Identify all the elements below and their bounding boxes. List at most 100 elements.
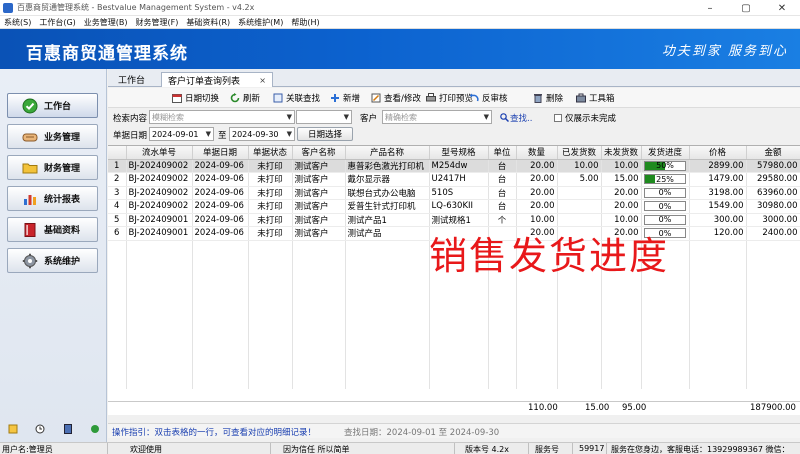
sidebar-item-label: 统计报表 — [44, 195, 81, 205]
cell-status: 未打印 — [248, 186, 293, 200]
add-button[interactable]: 新增 — [330, 91, 360, 105]
close-tab-icon[interactable]: × — [259, 76, 266, 85]
cell-model: 510S — [429, 186, 489, 200]
sidebar-item-basic-data[interactable]: 基础资料 — [7, 217, 98, 242]
reverse-audit-button[interactable]: 反审核 — [469, 91, 508, 105]
note-icon[interactable] — [8, 424, 18, 434]
chevron-down-icon[interactable]: ▼ — [287, 130, 292, 138]
sidebar-item-business[interactable]: 业务管理 — [7, 124, 98, 149]
empty-cell — [345, 307, 430, 321]
col-header-date[interactable]: 单据日期 — [192, 146, 249, 160]
chevron-down-icon[interactable]: ▼ — [287, 113, 292, 121]
view-edit-button[interactable]: 查看/修改 — [371, 91, 421, 105]
sidebar-item-label: 业务管理 — [44, 133, 81, 143]
menu-basic-data[interactable]: 基础资料(R) — [186, 17, 230, 28]
query-date-range: 查找日期：2024-09-01 至 2024-09-30 — [344, 428, 500, 438]
checkbox-box[interactable] — [554, 114, 562, 122]
empty-cell — [345, 321, 430, 335]
related-search-button[interactable]: 关联查找 — [273, 91, 320, 105]
menu-maintenance[interactable]: 系统维护(M) — [238, 17, 283, 28]
cell-serial: BJ-202409002 — [126, 159, 193, 173]
close-icon[interactable]: ✕ — [764, 0, 800, 16]
cell-status: 未打印 — [248, 213, 293, 227]
cell-unshipped: 15.00 — [601, 172, 642, 187]
row-index: 5 — [108, 213, 127, 227]
col-header-customer[interactable]: 客户名称 — [292, 146, 346, 160]
toolbox-button[interactable]: 工具箱 — [576, 91, 615, 105]
col-header-unshipped[interactable]: 未发货数 — [601, 146, 642, 160]
date-switch-button[interactable]: 日期切换 — [172, 91, 219, 105]
print-preview-button[interactable]: 打印预览 — [426, 91, 473, 105]
empty-cell — [746, 361, 800, 375]
col-header-model[interactable]: 型号规格 — [429, 146, 489, 160]
table-row[interactable]: 2 BJ-202409002 2024-09-06 未打印 测试客户 戴尔显示器 U2417… — [108, 172, 800, 187]
cell-shipped: 10.00 — [557, 159, 602, 173]
book-icon — [22, 222, 38, 238]
date-select-button[interactable]: 日期选择 — [297, 127, 353, 141]
search-link[interactable]: 查找.. — [500, 112, 532, 124]
empty-cell — [601, 280, 642, 294]
empty-cell — [516, 280, 558, 294]
cell-progress: 25% — [641, 172, 690, 187]
empty-cell — [746, 307, 800, 321]
tab-customer-orders[interactable]: 客户订单查询列表 × — [161, 72, 273, 87]
empty-cell — [689, 348, 747, 362]
table-row[interactable]: 3 BJ-202409002 2024-09-06 未打印 测试客户 联想台式办公电脑 51… — [108, 186, 800, 200]
fuzzy-search-input[interactable]: 模糊检索 ▼ — [149, 110, 295, 124]
field-selector[interactable]: ▼ — [296, 110, 352, 124]
tab-workbench[interactable]: 工作台 — [112, 72, 151, 87]
cell-date: 2024-09-06 — [192, 226, 249, 241]
col-header-unit[interactable]: 单位 — [488, 146, 517, 160]
col-header-price[interactable]: 价格 — [689, 146, 747, 160]
col-header-status[interactable]: 单据状态 — [248, 146, 293, 160]
col-header-product[interactable]: 产品名称 — [345, 146, 430, 160]
info-icon[interactable] — [90, 424, 100, 434]
col-header-serial[interactable]: 流水单号 — [126, 146, 193, 160]
date-from-input[interactable]: 2024-09-01 ▼ — [149, 127, 214, 141]
exact-search-input[interactable]: 精确检索 ▼ — [382, 110, 492, 124]
link-icon — [273, 93, 283, 103]
menu-business[interactable]: 业务管理(B) — [84, 17, 128, 28]
order-table[interactable]: 流水单号 单据日期 单据状态 客户名称 产品名称 型号规格 单位 数量 已发货数… — [108, 145, 800, 415]
menu-finance[interactable]: 财务管理(F) — [136, 17, 179, 28]
status-welcome: 欢迎使用 — [130, 445, 162, 454]
col-header-qty[interactable]: 数量 — [516, 146, 558, 160]
table-row[interactable]: 1 BJ-202409002 2024-09-06 未打印 测试客户 惠普彩色激光打印机 M… — [108, 159, 800, 173]
col-header-progress[interactable]: 发货进度 — [641, 146, 690, 160]
status-bar: 用户名:管理员 欢迎使用 因为信任 所以简单 版本号 4.2x 服务号 5991… — [0, 442, 800, 454]
refresh-button[interactable]: 刷新 — [230, 91, 260, 105]
empty-cell — [126, 294, 193, 308]
refresh-icon — [230, 93, 240, 103]
minimize-icon[interactable]: – — [692, 0, 728, 16]
delete-button[interactable]: 删除 — [533, 91, 563, 105]
chevron-down-icon[interactable]: ▼ — [484, 113, 489, 121]
tab-label: 客户订单查询列表 — [168, 76, 241, 87]
empty-cell — [192, 294, 249, 308]
calculator-icon[interactable] — [63, 424, 73, 434]
sidebar-item-workbench[interactable]: 工作台 — [7, 93, 98, 118]
empty-cell — [292, 375, 346, 389]
empty-cell — [488, 307, 517, 321]
empty-row — [108, 307, 800, 321]
menu-system[interactable]: 系统(S) — [4, 17, 31, 28]
chevron-down-icon[interactable]: ▼ — [206, 130, 211, 138]
col-header-amount[interactable]: 金额 — [746, 146, 800, 160]
clock-icon[interactable] — [35, 424, 45, 434]
col-header-shipped[interactable]: 已发货数 — [557, 146, 602, 160]
only-unfinished-checkbox[interactable]: 仅展示未完成 — [554, 112, 616, 124]
empty-row — [108, 334, 800, 348]
maximize-icon[interactable]: ▢ — [728, 0, 764, 16]
date-label: 单据日期 — [113, 131, 148, 141]
menu-help[interactable]: 帮助(H) — [291, 17, 319, 28]
progress-label: 50% — [656, 161, 674, 171]
chevron-down-icon[interactable]: ▼ — [344, 113, 349, 121]
menu-workbench[interactable]: 工作台(G) — [39, 17, 75, 28]
app-icon — [3, 2, 13, 13]
empty-cell — [108, 267, 127, 281]
table-row[interactable]: 4 BJ-202409002 2024-09-06 未打印 测试客户 爱普生针式打印机 LQ… — [108, 199, 800, 214]
sidebar-item-maintenance[interactable]: 系统维护 — [7, 248, 98, 273]
cell-price: 3198.00 — [689, 186, 747, 200]
sidebar-item-finance[interactable]: 财务管理 — [7, 155, 98, 180]
date-to-input[interactable]: 2024-09-30 ▼ — [229, 127, 295, 141]
sidebar-item-reports[interactable]: 统计报表 — [7, 186, 98, 211]
